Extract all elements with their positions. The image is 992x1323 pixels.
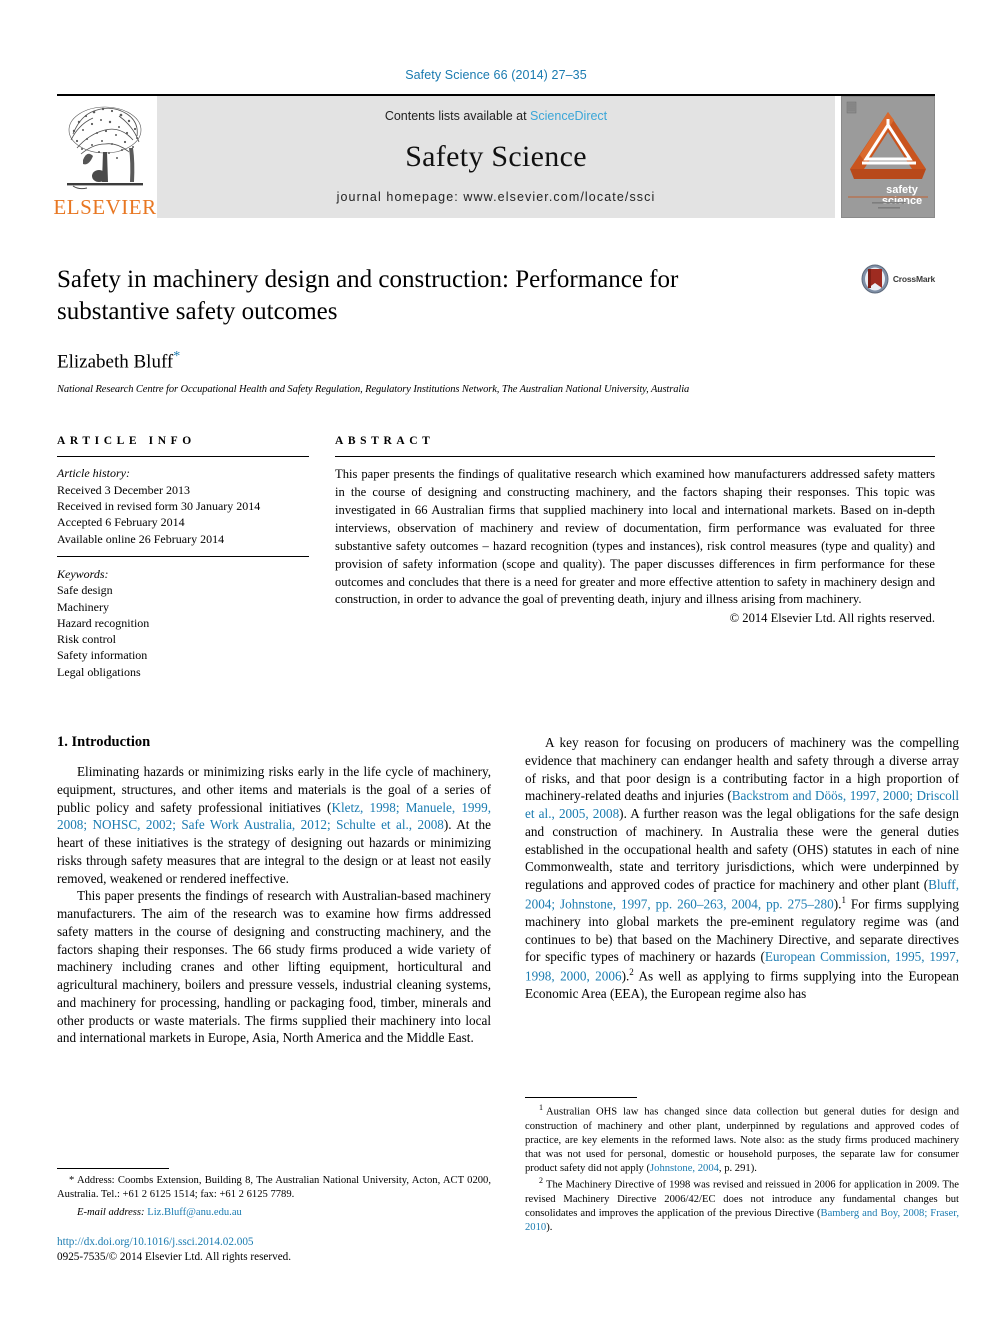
body-columns: 1. Introduction Eliminating hazards or m… <box>57 734 959 1047</box>
footnote-2-text-b: ). <box>546 1221 553 1233</box>
journal-title: Safety Science <box>405 139 587 173</box>
correspondence-address: * Address: Coombs Extension, Building 8,… <box>57 1174 491 1203</box>
abstract-heading: ABSTRACT <box>335 435 435 448</box>
right-column-footnotes: 1 Australian OHS law has changed since da… <box>525 1081 959 1235</box>
journal-homepage-line[interactable]: journal homepage: www.elsevier.com/locat… <box>337 190 656 204</box>
crossmark-badge[interactable]: CrossMark <box>860 264 935 294</box>
keyword-item: Safe design <box>57 583 113 598</box>
footnote-2-marker: 2 <box>539 1176 543 1186</box>
correspondence-footer: * Address: Coombs Extension, Building 8,… <box>57 1152 491 1265</box>
keyword-item: Risk control <box>57 632 116 647</box>
footnote-1: 1 Australian OHS law has changed since da… <box>525 1103 959 1176</box>
correspondence-separator-rule <box>57 1167 169 1169</box>
corresponding-author-marker: * <box>173 349 181 364</box>
crossmark-icon <box>861 264 889 294</box>
keyword-item: Legal obligations <box>57 664 141 679</box>
journal-band: Contents lists available at ScienceDirec… <box>157 96 835 218</box>
keywords-block: Keywords: Safe design Machinery Hazard r… <box>57 555 309 680</box>
elsevier-wordmark: ELSEVIER <box>53 195 157 219</box>
journal-cover-thumbnail: safety science <box>841 96 935 218</box>
abstract-copyright: © 2014 Elsevier Ltd. All rights reserved… <box>729 611 935 626</box>
history-item: Received 3 December 2013 <box>57 482 190 497</box>
elsevier-logo: ELSEVIER <box>53 96 156 218</box>
elsevier-tree-icon <box>67 106 143 190</box>
footnote-1-marker: 1 <box>539 1103 543 1113</box>
journal-masthead: ELSEVIER Contents lists available at Sci… <box>53 96 935 218</box>
author-affiliation: National Research Centre for Occupationa… <box>57 384 690 396</box>
history-item: Received in revised form 30 January 2014 <box>57 498 261 513</box>
abstract-rule <box>335 456 935 458</box>
footnote-1-text-b: , p. 291). <box>718 1163 757 1175</box>
info-abstract-row: ARTICLE INFO Article history: Received 3… <box>57 435 935 680</box>
sciencedirect-link[interactable]: ScienceDirect <box>530 109 607 123</box>
email-label: E-mail address: <box>77 1206 145 1218</box>
doi-block: http://dx.doi.org/10.1016/j.ssci.2014.02… <box>57 1235 491 1265</box>
contents-prefix: Contents lists available at <box>384 109 531 123</box>
author-label: Elizabeth Bluff <box>57 351 174 373</box>
running-head: Safety Science 66 (2014) 27–35 <box>405 68 587 82</box>
keyword-item: Safety information <box>57 648 148 663</box>
keyword-item: Hazard recognition <box>57 615 150 630</box>
article-history: Article history: Received 3 December 201… <box>57 465 309 547</box>
email-address-link[interactable]: Liz.Bluff@anu.edu.au <box>147 1207 242 1218</box>
article-history-label: Article history: <box>57 466 130 481</box>
title-block: Safety in machinery design and construct… <box>57 264 935 395</box>
page-title: Safety in machinery design and construct… <box>57 266 679 325</box>
keywords-label: Keywords: <box>57 566 109 581</box>
footnotes-block: 1 Australian OHS law has changed since da… <box>525 1103 959 1235</box>
paper-page: Safety Science 66 (2014) 27–35 ELSEVIER … <box>0 0 992 1323</box>
author-name: Elizabeth Bluff* <box>57 349 935 373</box>
crossmark-label: CrossMark <box>892 274 935 284</box>
footnote-separator-rule <box>525 1097 637 1099</box>
keywords-list: Keywords: Safe design Machinery Hazard r… <box>57 566 309 680</box>
article-info-heading: ARTICLE INFO <box>57 435 196 448</box>
abstract-text: This paper presents the findings of qual… <box>335 467 935 607</box>
section-heading-introduction: 1. Introduction <box>57 734 151 751</box>
paragraph-intro-3: A key reason for focusing on producers o… <box>525 734 959 1003</box>
doi-link[interactable]: http://dx.doi.org/10.1016/j.ssci.2014.02… <box>57 1235 491 1250</box>
paragraph-intro-2: This paper presents the findings of rese… <box>57 888 491 1046</box>
right-column: A key reason for focusing on producers o… <box>525 734 959 1047</box>
history-item: Available online 26 February 2014 <box>57 531 225 546</box>
keyword-item: Machinery <box>57 599 109 614</box>
abstract-column: ABSTRACT This paper presents the finding… <box>335 435 935 680</box>
article-info-rule <box>57 456 309 458</box>
citation-link[interactable]: Johnstone, 2004 <box>650 1163 719 1174</box>
footnote-2: 2 The Machinery Directive of 1998 was rev… <box>525 1176 959 1235</box>
correspondence-address-text: Address: Coombs Extension, Building 8, T… <box>57 1174 491 1201</box>
left-column: 1. Introduction Eliminating hazards or m… <box>57 734 491 1047</box>
history-item: Accepted 6 February 2014 <box>57 515 185 530</box>
paragraph-intro-1: Eliminating hazards or minimizing risks … <box>57 763 491 887</box>
article-info-column: ARTICLE INFO Article history: Received 3… <box>57 435 309 680</box>
email-line: E-mail address: Liz.Bluff@anu.edu.au <box>57 1207 491 1218</box>
contents-available-line: Contents lists available at ScienceDirec… <box>385 109 607 123</box>
issn-copyright-line: 0925-7535/© 2014 Elsevier Ltd. All right… <box>57 1250 292 1263</box>
cover-artwork: safety science <box>842 97 934 217</box>
